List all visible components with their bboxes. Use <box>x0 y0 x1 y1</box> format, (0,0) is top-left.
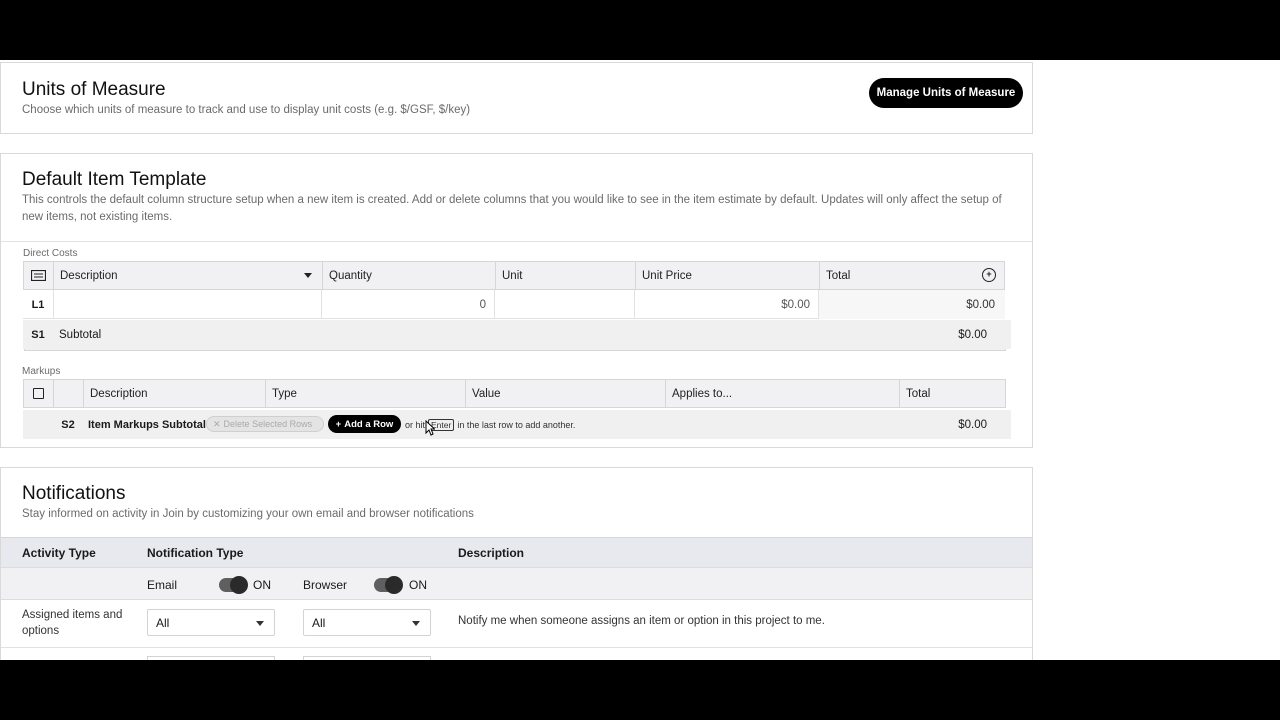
template-description: This controls the default column structu… <box>22 194 1002 223</box>
notifications-subtitle: Stay informed on activity in Join by cus… <box>22 508 474 520</box>
email-frequency-select[interactable]: All <box>147 609 275 636</box>
line-item-code: L1 <box>31 298 45 311</box>
template-divider <box>1 241 1032 242</box>
line-item-quantity[interactable]: 0 <box>322 290 495 319</box>
chevron-down-icon <box>256 621 264 626</box>
header-unit-price[interactable]: Unit Price <box>636 262 820 289</box>
hint-after: in the last row to add another. <box>457 419 576 430</box>
columns-menu-icon[interactable] <box>24 262 54 289</box>
activity-type-label: Assigned items and options <box>22 609 123 637</box>
header-quantity[interactable]: Quantity <box>323 262 496 289</box>
browser-frequency-select[interactable]: All <box>303 609 431 636</box>
header-description-label: Description <box>60 269 118 282</box>
subtotal-total: $0.00 <box>958 328 987 341</box>
email-label: Email <box>147 578 178 592</box>
header-total[interactable]: Total + <box>820 262 1004 289</box>
header-activity-type: Activity Type <box>22 546 96 560</box>
direct-costs-label: Direct Costs <box>23 248 78 259</box>
chevron-down-icon[interactable] <box>304 273 312 278</box>
next-row-selects <box>147 656 275 660</box>
markups-subtotal-total: $0.00 <box>958 418 987 431</box>
mouse-cursor-icon <box>425 420 435 436</box>
email-toggle[interactable] <box>219 576 248 594</box>
header-markup-value[interactable]: Value <box>466 380 666 407</box>
line-item-unit-price[interactable]: $0.00 <box>635 290 819 319</box>
notification-row: Assigned items and options All All Notif… <box>1 600 1032 648</box>
header-unit[interactable]: Unit <box>496 262 636 289</box>
header-total-label: Total <box>826 269 851 282</box>
template-title: Default Item Template <box>22 169 207 190</box>
header-markup-total[interactable]: Total <box>900 380 1005 407</box>
notifications-title: Notifications <box>22 483 126 504</box>
add-a-row-label: Add a Row <box>344 418 394 430</box>
line-item-description[interactable] <box>53 290 322 319</box>
notification-toggles-row: Email ON Browser ON <box>1 567 1032 600</box>
add-column-icon[interactable]: + <box>982 268 996 282</box>
units-of-measure-card: Units of Measure Choose which units of m… <box>0 62 1033 134</box>
header-markup-type[interactable]: Type <box>266 380 466 407</box>
markups-subtotal-label: Item Markups Subtotal <box>88 418 206 431</box>
browser-toggle[interactable] <box>374 576 403 594</box>
line-item-row: L1 0 $0.00 $0.00 <box>23 290 1005 319</box>
browser-label: Browser <box>303 578 348 592</box>
header-notification-type: Notification Type <box>147 546 244 560</box>
markups-subtotal-code: S2 <box>61 418 75 431</box>
manage-units-button[interactable]: Manage Units of Measure <box>869 78 1023 108</box>
browser-frequency-value: All <box>312 615 326 630</box>
header-markup-applies[interactable]: Applies to... <box>666 380 900 407</box>
delete-selected-rows-label: Delete Selected Rows <box>223 419 313 429</box>
header-description[interactable]: Description <box>54 262 323 289</box>
browser-toggle-state: ON <box>409 578 427 592</box>
markups-subtotal-row: S2 Item Markups Subtotal ✕ Delete Select… <box>23 410 1011 439</box>
close-icon: ✕ <box>213 418 221 429</box>
settings-page: Units of Measure Choose which units of m… <box>0 60 1280 660</box>
notifications-header-row: Activity Type Notification Type Descript… <box>1 537 1032 567</box>
markups-header-row: Description Type Value Applies to... Tot… <box>23 379 1006 408</box>
chevron-down-icon <box>412 621 420 626</box>
subtotal-row: S1 Subtotal $0.00 <box>23 320 1011 349</box>
notifications-card: Notifications Stay informed on activity … <box>0 467 1033 660</box>
select-all-checkbox[interactable] <box>24 380 54 407</box>
email-frequency-value: All <box>156 615 170 630</box>
delete-selected-rows-button[interactable]: ✕ Delete Selected Rows <box>206 416 324 432</box>
add-row-hint: or hit Enter in the last row to add anot… <box>405 410 665 439</box>
header-markup-code <box>54 380 84 407</box>
header-description: Description <box>458 546 525 560</box>
email-toggle-state: ON <box>253 578 271 592</box>
notification-description: Notify me when someone assigns an item o… <box>458 615 825 627</box>
subtotal-code: S1 <box>31 328 45 341</box>
units-title: Units of Measure <box>22 79 166 100</box>
line-item-unit[interactable] <box>495 290 635 319</box>
markups-label: Markups <box>22 366 61 377</box>
plus-icon: + <box>335 418 342 430</box>
add-a-row-button[interactable]: + Add a Row <box>328 415 401 433</box>
line-item-total: $0.00 <box>819 290 1005 319</box>
next-row-selects-browser <box>303 656 431 660</box>
hint-before: or hit <box>405 419 426 430</box>
header-markup-description[interactable]: Description <box>84 380 266 407</box>
units-subtitle: Choose which units of measure to track a… <box>22 104 471 116</box>
direct-costs-header-row: Description Quantity Unit Unit Price Tot… <box>23 261 1005 290</box>
subtotal-label: Subtotal <box>59 328 102 341</box>
